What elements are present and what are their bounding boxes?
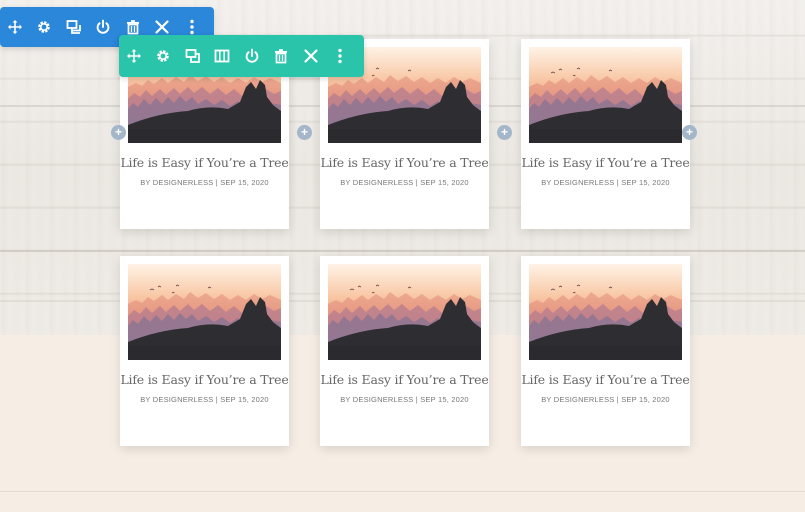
blog-post-card[interactable]: Life is Easy if You’re a Tree BY DESIGNE…: [320, 256, 489, 446]
module-duplicate-button[interactable]: [178, 35, 208, 77]
post-meta: BY DESIGNERLESS | SEP 15, 2020: [541, 178, 670, 187]
row-move-button[interactable]: [0, 7, 30, 47]
module-disable-button[interactable]: [237, 35, 267, 77]
more-icon: [338, 48, 342, 64]
add-column-button[interactable]: +: [497, 125, 512, 140]
wood-plank-seam: [0, 250, 805, 252]
post-meta: BY DESIGNERLESS | SEP 15, 2020: [541, 395, 670, 404]
post-thumbnail[interactable]: [529, 264, 682, 360]
post-thumbnail[interactable]: [328, 264, 481, 360]
add-column-button[interactable]: +: [682, 125, 697, 140]
power-icon: [245, 48, 259, 63]
move-icon: [126, 49, 141, 63]
divider: [0, 491, 805, 492]
post-meta: BY DESIGNERLESS | SEP 15, 2020: [140, 178, 269, 187]
row-disable-button[interactable]: [89, 7, 119, 47]
post-title[interactable]: Life is Easy if You’re a Tree: [120, 372, 289, 387]
module-columns-button[interactable]: [208, 35, 238, 77]
landscape-image: [328, 264, 481, 360]
post-thumbnail[interactable]: [529, 47, 682, 143]
gear-icon: [157, 50, 170, 62]
post-thumbnail[interactable]: [128, 264, 281, 360]
more-icon: [190, 19, 194, 35]
trash-icon: [275, 49, 288, 64]
module-toolbar: [119, 35, 364, 77]
duplicate-icon: [66, 20, 81, 34]
landscape-image: [128, 264, 281, 360]
post-title[interactable]: Life is Easy if You’re a Tree: [521, 155, 690, 170]
add-column-button[interactable]: +: [297, 125, 312, 140]
gear-icon: [38, 21, 51, 33]
blog-post-card[interactable]: Life is Easy if You’re a Tree BY DESIGNE…: [521, 256, 690, 446]
columns-icon: [214, 49, 230, 63]
module-delete-button[interactable]: [267, 35, 297, 77]
post-title[interactable]: Life is Easy if You’re a Tree: [320, 155, 489, 170]
module-more-button[interactable]: [326, 35, 356, 77]
post-meta: BY DESIGNERLESS | SEP 15, 2020: [340, 395, 469, 404]
module-close-button[interactable]: [296, 35, 326, 77]
power-icon: [96, 19, 110, 34]
post-meta: BY DESIGNERLESS | SEP 15, 2020: [340, 178, 469, 187]
post-title[interactable]: Life is Easy if You’re a Tree: [120, 155, 289, 170]
post-title[interactable]: Life is Easy if You’re a Tree: [521, 372, 690, 387]
landscape-image: [529, 47, 682, 143]
move-icon: [7, 20, 22, 34]
row-duplicate-button[interactable]: [59, 7, 89, 47]
blog-post-card[interactable]: Life is Easy if You’re a Tree BY DESIGNE…: [120, 256, 289, 446]
landscape-image: [529, 264, 682, 360]
module-move-button[interactable]: [119, 35, 149, 77]
post-meta: BY DESIGNERLESS | SEP 15, 2020: [140, 395, 269, 404]
close-icon: [155, 20, 169, 34]
row-settings-button[interactable]: [30, 7, 60, 47]
add-column-button[interactable]: +: [111, 125, 126, 140]
blog-post-card[interactable]: Life is Easy if You’re a Tree BY DESIGNE…: [521, 39, 690, 229]
module-settings-button[interactable]: [149, 35, 179, 77]
trash-icon: [126, 20, 139, 35]
duplicate-icon: [185, 49, 200, 63]
close-icon: [304, 49, 318, 63]
post-title[interactable]: Life is Easy if You’re a Tree: [320, 372, 489, 387]
